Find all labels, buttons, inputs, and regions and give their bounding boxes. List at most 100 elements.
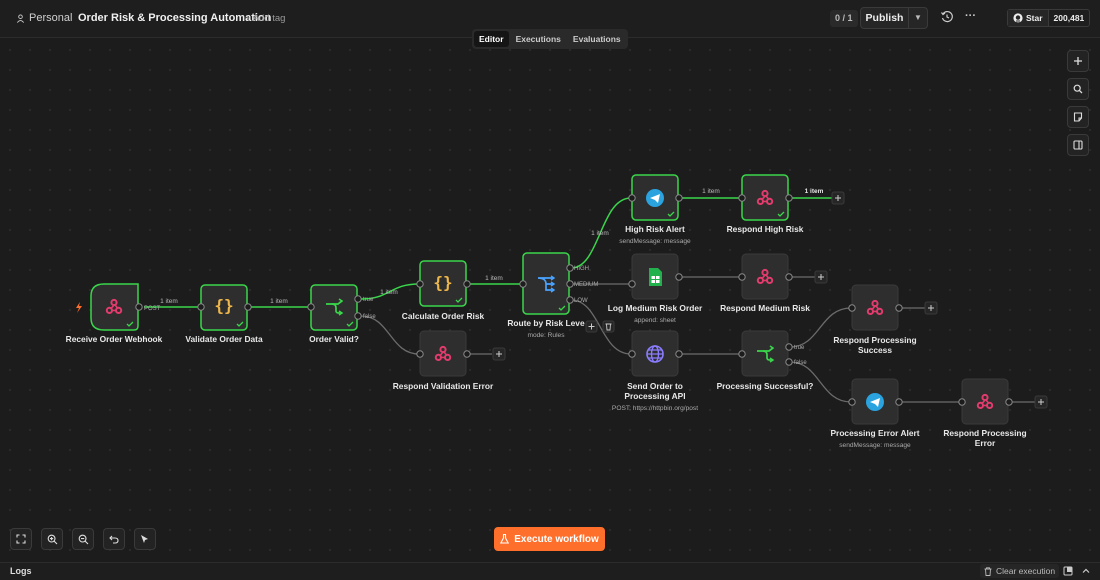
node-calculate-risk[interactable]: Calculate Order Risk xyxy=(402,260,485,321)
node-receive-webhook[interactable]: Receive Order Webhook xyxy=(66,283,163,344)
workflow-title[interactable]: Order Risk & Processing Automation xyxy=(78,12,271,24)
conn-label-2: 1 item xyxy=(270,298,288,305)
zoom-in-icon xyxy=(47,534,57,544)
node-sublabel: append: sheet xyxy=(634,317,676,324)
breadcrumb-project[interactable]: Personal xyxy=(16,12,72,24)
add-tag-button[interactable]: + Add tag xyxy=(245,13,285,24)
logs-panel-bar[interactable] xyxy=(0,562,1100,580)
chevron-up-icon[interactable] xyxy=(1081,566,1091,576)
node-label: Calculate Order Risk xyxy=(402,311,485,321)
node-label-line1: Respond Processing xyxy=(943,428,1026,438)
add-node-button[interactable] xyxy=(924,301,938,315)
workflow-canvas[interactable]: {} xyxy=(0,0,1100,580)
zoom-in-button[interactable] xyxy=(41,528,63,550)
project-name: Personal xyxy=(29,12,73,24)
tab-executions[interactable]: Executions xyxy=(511,31,566,47)
telegram-icon xyxy=(866,393,884,411)
node-label: Order Valid? xyxy=(309,334,359,344)
conn-label-4: 1 item xyxy=(485,275,503,282)
node-label: Processing Successful? xyxy=(717,381,814,391)
sticky-note-button[interactable] xyxy=(1067,106,1089,128)
port-false-1: false xyxy=(363,314,376,320)
logs-label[interactable]: Logs xyxy=(10,566,32,576)
execute-workflow-button[interactable]: Execute workflow xyxy=(494,527,605,551)
node-label: Receive Order Webhook xyxy=(66,334,163,344)
node-hover-delete-button[interactable] xyxy=(602,320,615,333)
node-respond-validation-error[interactable]: Respond Validation Error xyxy=(393,330,494,391)
popout-icon[interactable] xyxy=(1063,566,1073,576)
node-label: Respond High Risk xyxy=(727,224,804,234)
node-label: Respond Medium Risk xyxy=(720,303,810,313)
chevron-down-icon[interactable]: ▼ xyxy=(909,8,927,28)
add-node-button[interactable] xyxy=(814,270,828,284)
node-label: Processing Error Alert xyxy=(830,428,919,438)
node-respond-high-risk[interactable]: Respond High Risk xyxy=(727,174,804,234)
magic-wand-icon xyxy=(141,535,148,543)
node-label: Log Medium Risk Order xyxy=(608,303,703,313)
undo-icon xyxy=(109,535,119,544)
node-sublabel: POST: https://httpbin.org/post xyxy=(612,405,698,412)
clear-execution-button[interactable]: Clear execution xyxy=(980,564,1060,578)
conn-label-5: 1 item xyxy=(591,230,609,237)
node-sublabel: mode: Rules xyxy=(527,332,565,339)
node-label: Respond Validation Error xyxy=(393,381,494,391)
node-order-valid[interactable]: Order Valid? xyxy=(307,284,362,344)
node-label: High Risk Alert xyxy=(625,224,685,234)
user-icon xyxy=(16,13,25,23)
add-node-button[interactable] xyxy=(492,347,506,361)
github-star-button[interactable]: Star 200,481 xyxy=(1007,9,1091,27)
tab-evaluations[interactable]: Evaluations xyxy=(568,31,626,47)
add-node-button[interactable] xyxy=(1034,395,1048,409)
search-icon xyxy=(1073,84,1083,94)
trash-icon xyxy=(984,566,992,576)
publish-button-group[interactable]: Publish ▼ xyxy=(860,7,928,29)
node-sublabel: sendMessage: message xyxy=(619,238,691,245)
node-log-medium-risk[interactable]: Log Medium Risk Order append: sheet xyxy=(608,253,703,324)
port-medium: MEDIUM xyxy=(574,282,598,288)
port-false-2: false xyxy=(794,360,807,366)
undo-button[interactable] xyxy=(103,528,125,550)
flask-icon xyxy=(500,534,510,544)
node-processing-error-alert[interactable]: Processing Error Alert sendMessage: mess… xyxy=(830,378,920,449)
node-respond-processing-error[interactable]: Respond Processing Error xyxy=(943,378,1027,448)
execute-workflow-label: Execute workflow xyxy=(514,533,599,545)
clear-execution-label: Clear execution xyxy=(996,566,1056,576)
node-respond-processing-success[interactable]: Respond Processing Success xyxy=(833,284,917,355)
node-label: Validate Order Data xyxy=(185,334,263,344)
conn-label-1: 1 item xyxy=(160,298,178,305)
publish-button[interactable]: Publish xyxy=(861,8,909,28)
history-icon[interactable] xyxy=(940,10,954,24)
add-node-button[interactable] xyxy=(831,191,845,205)
tidy-up-button[interactable] xyxy=(134,528,156,550)
add-node-panel-button[interactable] xyxy=(1067,50,1089,72)
node-label-line1: Respond Processing xyxy=(833,335,916,345)
zoom-out-icon xyxy=(78,534,88,544)
panel-icon xyxy=(1073,140,1083,150)
google-sheets-icon xyxy=(648,267,663,287)
node-respond-medium-risk[interactable]: Respond Medium Risk xyxy=(720,253,810,313)
node-sublabel: sendMessage: message xyxy=(839,442,911,449)
node-high-risk-alert[interactable]: High Risk Alert sendMessage: message xyxy=(619,174,691,245)
node-validate-data[interactable]: Validate Order Data xyxy=(185,284,263,344)
zoom-out-button[interactable] xyxy=(72,528,94,550)
fit-view-button[interactable] xyxy=(10,528,32,550)
active-counter: 0 / 1 xyxy=(830,10,858,27)
github-icon xyxy=(1013,13,1023,23)
search-nodes-button[interactable] xyxy=(1067,78,1089,100)
toggle-panel-button[interactable] xyxy=(1067,134,1089,156)
plus-icon xyxy=(1074,57,1082,65)
sticky-note-icon xyxy=(1073,112,1083,122)
more-options-icon[interactable]: ··· xyxy=(965,10,976,22)
github-star-count: 200,481 xyxy=(1053,13,1085,23)
port-post: POST xyxy=(144,306,161,312)
port-true-1: true xyxy=(363,297,374,303)
tab-editor[interactable]: Editor xyxy=(474,31,509,47)
fit-view-icon xyxy=(16,534,26,544)
node-label-line1: Send Order to xyxy=(627,381,683,391)
conn-label-3: 1 item xyxy=(380,289,398,296)
node-hover-add-button[interactable] xyxy=(585,320,598,333)
port-true-2: true xyxy=(794,345,805,351)
node-send-order-api[interactable]: Send Order to Processing API POST: https… xyxy=(612,330,698,412)
view-tabs: Editor Executions Evaluations xyxy=(472,29,628,49)
node-label: Route by Risk Leve xyxy=(507,318,585,328)
